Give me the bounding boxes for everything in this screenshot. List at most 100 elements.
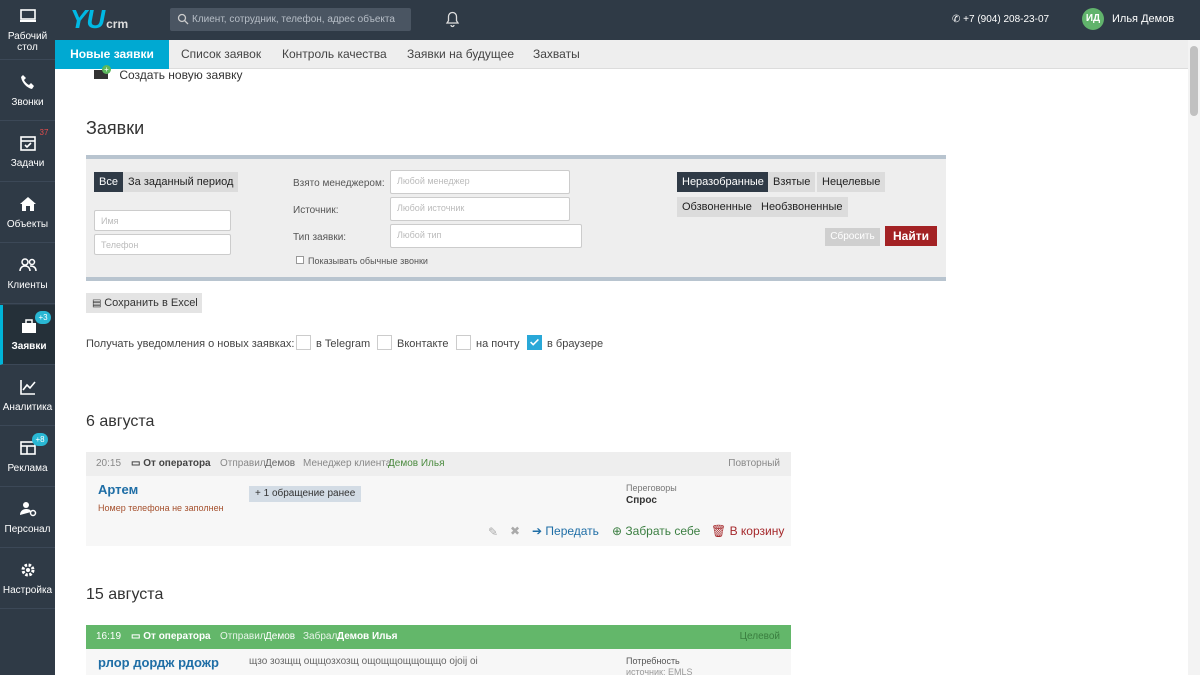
sent-by-label: Отправил: [220, 631, 269, 642]
calendar-icon [19, 136, 36, 151]
show-calls-checkbox[interactable] [296, 256, 304, 264]
tab-captures[interactable]: Захваты [521, 40, 592, 69]
file-icon: ▤ [92, 298, 105, 309]
requests-badge: +3 [35, 311, 51, 324]
request-kind: Спрос [626, 495, 657, 506]
find-button[interactable]: Найти [885, 226, 937, 246]
previous-requests-badge[interactable]: + 1 обращение ранее [249, 486, 362, 502]
client-manager-label: Менеджер клиента: [303, 458, 395, 469]
tab-bar: Новые заявки Список заявок Контроль каче… [55, 40, 1200, 69]
trash-button[interactable]: 🗑 В корзину [711, 524, 784, 538]
notifications-label: Получать уведомления о новых заявках: [86, 338, 295, 350]
app-logo[interactable]: YU crm [70, 4, 128, 35]
sidebar-item-tasks[interactable]: 37 Задачи [0, 122, 55, 182]
request-comment: щзо зозщщ ощщозхозщ ощощщощщощщо оjоij о… [249, 656, 478, 667]
sidebar-item-objects[interactable]: Объекты [0, 183, 55, 243]
users-icon [18, 258, 37, 272]
filter-period-button[interactable]: За заданный период [123, 172, 239, 192]
user-name[interactable]: Илья Демов [1112, 13, 1174, 25]
source-label: Источник: [293, 205, 339, 216]
status-not-called[interactable]: Необзвоненные [756, 197, 848, 217]
request-card[interactable]: 20:15 ▭ От оператора Отправил: Демов Мен… [86, 452, 791, 546]
tab-quality-control[interactable]: Контроль качества [270, 40, 399, 69]
status-unsorted[interactable]: Неразобранные [677, 172, 769, 192]
status-untargeted[interactable]: Нецелевые [817, 172, 886, 192]
page-title: Заявки [86, 118, 145, 138]
ads-badge: +8 [32, 433, 48, 446]
notify-vk-checkbox[interactable] [377, 335, 392, 350]
notify-telegram-checkbox[interactable] [296, 335, 311, 350]
home-icon [19, 197, 36, 211]
request-status: Повторный [728, 458, 780, 469]
phone-icon: ✆ [952, 14, 964, 25]
edit-icon[interactable]: ✎ [488, 525, 498, 539]
manager-label: Взято менеджером: [293, 178, 385, 189]
filter-all-button[interactable]: Все [94, 172, 123, 192]
phone-input[interactable]: Телефон [94, 234, 231, 255]
tasks-badge: 37 [39, 128, 49, 137]
sidebar-item-ads[interactable]: +8 Реклама [0, 427, 55, 487]
sidebar-item-analytics[interactable]: Аналитика [0, 366, 55, 426]
tab-request-list[interactable]: Список заявок [169, 40, 273, 69]
request-origin: ▭ От оператора [131, 631, 211, 642]
take-button[interactable]: ⊕ Забрать себе [612, 524, 700, 538]
manager-select[interactable]: Любой менеджер [390, 170, 570, 194]
taken-by-label: Забрал: [303, 631, 341, 642]
search-icon [177, 13, 189, 25]
chart-icon [19, 380, 36, 395]
sidebar-item-staff[interactable]: Персонал [0, 488, 55, 548]
request-card[interactable]: 16:19 ▭ От оператора Отправил: Демов Заб… [86, 625, 791, 677]
sidebar-item-calls[interactable]: Звонки [0, 61, 55, 121]
type-label: Тип заявки: [293, 232, 347, 243]
mail-add-icon: + [94, 65, 111, 79]
staff-icon [19, 502, 36, 517]
notify-email-checkbox[interactable] [456, 335, 471, 350]
search-input[interactable] [170, 8, 411, 31]
bell-icon[interactable] [445, 11, 460, 28]
keyboard-icon: ▭ [131, 631, 144, 642]
show-calls-toggle[interactable]: Показывать обычные звонки [296, 256, 428, 266]
sent-by: Демов [265, 631, 296, 642]
close-icon[interactable]: ✖ [510, 524, 520, 538]
taken-by[interactable]: Демов Илья [337, 625, 398, 649]
source-select[interactable]: Любой источник [390, 197, 570, 221]
sidebar-item-clients[interactable]: Клиенты [0, 244, 55, 304]
client-name[interactable]: рлор дордж рдожр [98, 655, 219, 670]
request-time: 20:15 [96, 458, 122, 469]
request-card-header: 16:19 ▭ От оператора Отправил: Демов Заб… [86, 625, 791, 649]
keyboard-icon: ▭ [131, 458, 144, 469]
tab-new-requests[interactable]: Новые заявки [55, 40, 169, 69]
tab-future-requests[interactable]: Заявки на будущее [395, 40, 526, 69]
status-taken[interactable]: Взятые [768, 172, 816, 192]
arrow-right-icon: ➔ [532, 524, 546, 538]
monitor-icon [19, 8, 36, 22]
sidebar-item-requests[interactable]: +3 Заявки [0, 305, 55, 365]
filter-panel: Все За заданный период Имя Телефон Взято… [86, 155, 946, 281]
name-input[interactable]: Имя [94, 210, 231, 231]
sidebar: Рабочий стол Звонки 37 Задачи Объекты Кл… [0, 0, 55, 675]
type-select[interactable]: Любой тип [390, 224, 582, 248]
reset-button[interactable]: Сбросить [825, 228, 880, 246]
save-excel-button[interactable]: ▤ Сохранить в Excel [86, 293, 202, 313]
scrollbar-thumb[interactable] [1190, 46, 1198, 116]
phone-icon [20, 75, 34, 89]
sent-by: Демов [265, 458, 296, 469]
date-heading: 15 августа [86, 586, 164, 603]
sidebar-item-settings[interactable]: Настройка [0, 549, 55, 609]
avatar[interactable]: ИД [1082, 8, 1104, 30]
create-request-link[interactable]: + Создать новую заявку [94, 65, 242, 82]
scrollbar[interactable] [1188, 40, 1200, 675]
phone-number[interactable]: ✆ +7 (904) 208-23-07 [952, 14, 1049, 25]
notify-email-label: на почту [476, 338, 520, 350]
phone-note: Номер телефона не заполнен [98, 503, 224, 513]
notify-browser-label: в браузере [547, 338, 604, 350]
trash-icon: 🗑 [711, 524, 730, 538]
sent-by-label: Отправил: [220, 458, 269, 469]
sidebar-item-desktop[interactable]: Рабочий стол [0, 0, 55, 60]
status-called[interactable]: Обзвоненные [677, 197, 757, 217]
transfer-button[interactable]: ➔ Передать [532, 524, 599, 538]
plus-circle-icon: ⊕ [612, 524, 626, 538]
client-manager[interactable]: Демов Илья [388, 452, 445, 476]
client-name[interactable]: Артем [98, 482, 138, 497]
notify-browser-checkbox[interactable] [527, 335, 542, 350]
